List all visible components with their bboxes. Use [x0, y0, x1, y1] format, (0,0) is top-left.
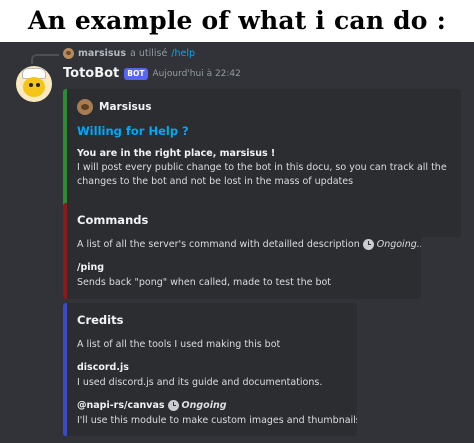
reply-action: a utilisé — [129, 48, 168, 59]
caption-title: An example of what i can do : — [0, 0, 474, 42]
bot-badge: BOT — [124, 67, 148, 80]
embed-bold-line: You are in the right place, marsisus ! — [77, 148, 276, 159]
embed-title: Credits — [77, 313, 124, 327]
status-ongoing: Ongoing — [181, 400, 227, 411]
author-avatar-icon — [77, 99, 93, 115]
reply-command-link[interactable]: /help — [171, 48, 195, 59]
reply-username[interactable]: marsisus — [78, 48, 126, 59]
user-avatar-icon[interactable] — [63, 48, 74, 59]
field-value-canvas: I'll use this module to make custom imag… — [77, 415, 357, 426]
reply-connector — [31, 54, 59, 64]
embed-commands: Commands A list of all the server's comm… — [63, 203, 421, 299]
chat-panel: marsisus a utilisé /help TotoBot BOT Auj… — [0, 42, 474, 443]
status-ongoing: Ongoing... — [376, 239, 421, 250]
bot-avatar-icon[interactable] — [16, 66, 52, 102]
field-value-ping: Sends back "pong" when called, made to t… — [77, 277, 332, 288]
embed-credits: Credits A list of all the tools I used m… — [63, 303, 357, 436]
embed-description: A list of all the server's command with … — [77, 239, 421, 250]
embed-title-link[interactable]: Willing for Help ? — [77, 124, 451, 138]
embed-title: Commands — [77, 213, 149, 227]
avatar-face — [23, 77, 45, 97]
field-name-canvas: @napi-rs/canvas Ongoing — [77, 400, 227, 411]
message-header: TotoBot BOT Aujourd'hui à 22:42 — [63, 66, 241, 81]
embed-description: A list of all the tools I used making th… — [77, 339, 281, 350]
clock-icon — [362, 239, 374, 250]
bot-username[interactable]: TotoBot — [63, 66, 119, 81]
field-name-ping: /ping — [77, 262, 105, 273]
embed-body: I will post every public change to the b… — [77, 162, 447, 187]
clock-icon — [167, 400, 179, 411]
embed-author: Marsisus — [77, 99, 451, 115]
field-name-discordjs: discord.js — [77, 362, 129, 373]
field-value-discordjs: I used discord.js and its guide and docu… — [77, 377, 323, 388]
embed-author-name: Marsisus — [99, 101, 152, 113]
command-reply-header[interactable]: marsisus a utilisé /help — [63, 48, 195, 59]
message-timestamp[interactable]: Aujourd'hui à 22:42 — [153, 69, 241, 79]
